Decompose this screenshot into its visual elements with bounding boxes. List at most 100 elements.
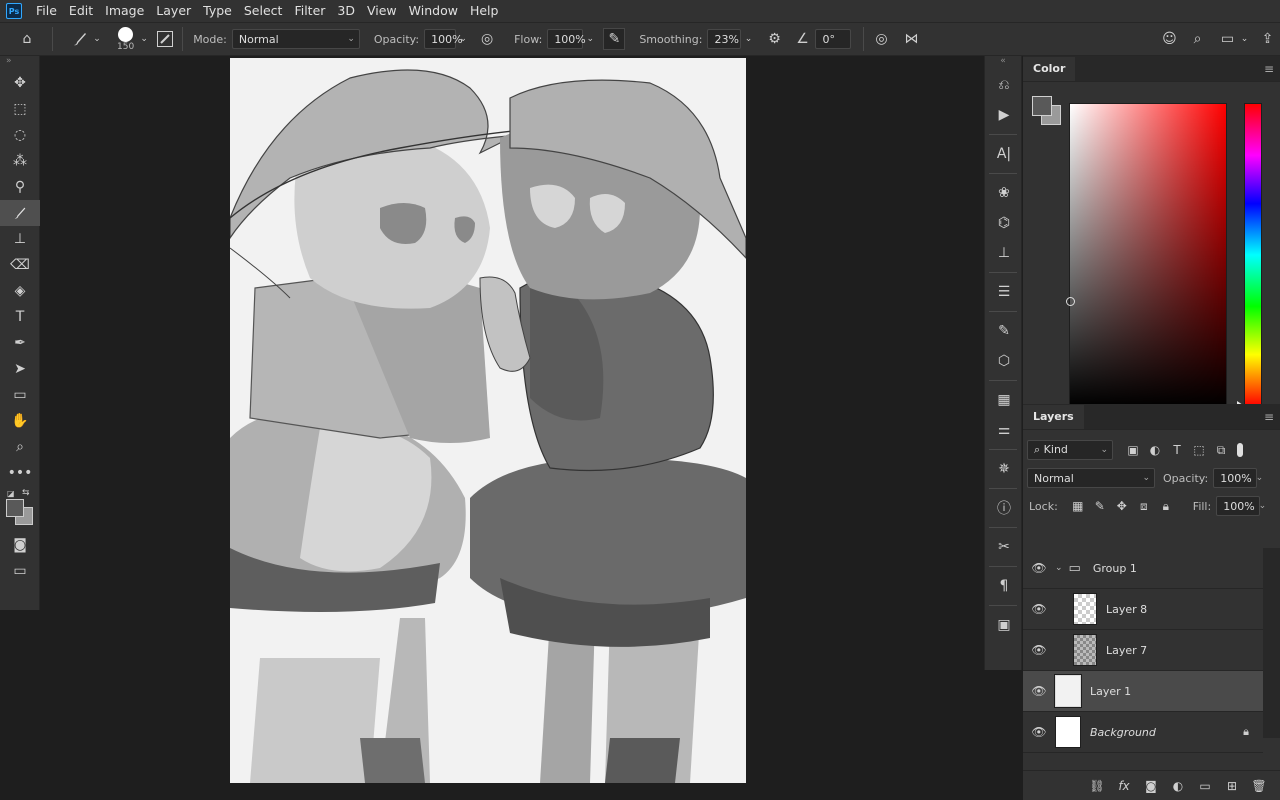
layer-opacity-input[interactable]: 100% ⌄ — [1213, 468, 1263, 488]
blend-mode-dropdown[interactable]: Normal ⌄ — [1027, 468, 1155, 488]
actions-play-icon[interactable]: ▶ — [985, 100, 1023, 130]
collapse-icon[interactable]: « — [985, 56, 1021, 70]
brush-settings-icon[interactable]: ✎ — [985, 316, 1023, 346]
smoothing-input[interactable]: 23% — [707, 29, 742, 49]
navigator-icon[interactable]: ✵ — [985, 454, 1023, 484]
layer-row-background[interactable]: 👁︎ Background 🔒︎ — [1023, 712, 1263, 753]
eye-icon[interactable]: 👁︎ — [1023, 725, 1055, 739]
tool-presets-icon[interactable]: ✂ — [985, 532, 1023, 562]
eye-icon[interactable]: 👁︎ — [1023, 643, 1055, 657]
layer-style-fx-icon[interactable]: fx — [1115, 777, 1133, 795]
character-icon[interactable]: A| — [985, 139, 1023, 169]
paragraph-icon[interactable]: ¶ — [985, 571, 1023, 601]
more-tools-icon[interactable]: ••• — [0, 460, 40, 486]
notes-icon[interactable]: ▣ — [985, 610, 1023, 640]
layer-row-layer-1[interactable]: 👁︎ Layer 1 — [1023, 671, 1263, 712]
hand-tool-icon[interactable]: ✋ — [0, 408, 40, 434]
menu-edit[interactable]: Edit — [63, 0, 99, 22]
quick-mask-icon[interactable]: ◙ — [0, 532, 40, 558]
3d-icon[interactable]: ⬡ — [985, 346, 1023, 376]
pressure-size-icon[interactable]: ◎ — [870, 28, 892, 50]
adjustments-icon[interactable]: ⚌ — [985, 415, 1023, 445]
link-layers-icon[interactable]: ⛓︎ — [1088, 777, 1106, 795]
menu-layer[interactable]: Layer — [150, 0, 197, 22]
tab-color[interactable]: Color — [1023, 57, 1076, 81]
layer-row-group-1[interactable]: 👁︎ ⌄ ▭ Group 1 — [1023, 548, 1263, 589]
eyedropper-tool-icon[interactable]: ⚲ — [0, 174, 40, 200]
image-filter-icon[interactable]: ▣ — [1125, 442, 1141, 458]
menu-window[interactable]: Window — [403, 0, 464, 22]
path-select-tool-icon[interactable]: ➤ — [0, 356, 40, 382]
collapse-icon[interactable]: » — [0, 56, 39, 70]
menu-file[interactable]: File — [30, 0, 63, 22]
new-layer-icon[interactable]: ⊞ — [1223, 777, 1241, 795]
type-filter-icon[interactable]: T — [1169, 442, 1185, 458]
panel-menu-icon[interactable]: ≡ — [1264, 410, 1274, 424]
swap-colors-icon[interactable]: ⇆ — [22, 488, 30, 498]
menu-image[interactable]: Image — [99, 0, 150, 22]
magic-wand-tool-icon[interactable]: ⁂ — [0, 148, 40, 174]
rectangle-tool-icon[interactable]: ▭ — [0, 382, 40, 408]
lock-all-icon[interactable]: 🔒︎ — [1159, 498, 1173, 514]
color-cursor[interactable] — [1066, 297, 1075, 306]
lock-transparency-icon[interactable]: ▦ — [1071, 498, 1085, 514]
lock-position-icon[interactable]: ✥ — [1115, 498, 1129, 514]
screen-mode-icon[interactable]: ▭ — [0, 558, 40, 584]
hue-slider[interactable] — [1237, 103, 1262, 409]
menu-select[interactable]: Select — [238, 0, 289, 22]
airbrush-icon[interactable]: ✎ — [603, 28, 626, 50]
color-picker-field[interactable] — [1066, 103, 1227, 407]
panel-menu-icon[interactable]: ≡ — [1264, 62, 1274, 76]
chevron-down-icon[interactable]: ⌄ — [583, 28, 597, 50]
smart-object-filter-icon[interactable]: ⧉ — [1213, 442, 1229, 458]
chevron-down-icon[interactable]: ⌄ — [741, 28, 755, 50]
stamp-tool-icon[interactable]: ⊥ — [0, 226, 40, 252]
share-icon[interactable]: ⇪ — [1256, 28, 1278, 50]
channels-icon[interactable]: ❀ — [985, 178, 1023, 208]
layer-row-layer-8[interactable]: 👁︎ Layer 8 — [1023, 589, 1263, 630]
lock-artboard-icon[interactable]: ⧈ — [1137, 498, 1151, 514]
paths-icon[interactable]: ⌬ — [985, 208, 1023, 238]
foreground-color-swatch[interactable] — [1032, 96, 1052, 116]
new-group-folder-icon[interactable]: ▭ — [1196, 777, 1214, 795]
menu-type[interactable]: Type — [197, 0, 238, 22]
brush-size-picker[interactable]: 150 — [117, 26, 134, 52]
menu-3d[interactable]: 3D — [331, 0, 361, 22]
adjustment-filter-icon[interactable]: ◐ — [1147, 442, 1163, 458]
zoom-tool-icon[interactable]: ⌕ — [0, 434, 40, 460]
opacity-input[interactable]: 100% — [424, 29, 463, 49]
chevron-down-icon[interactable]: ⌄ — [456, 28, 470, 50]
properties-icon[interactable]: ☰ — [985, 277, 1023, 307]
lock-pixels-icon[interactable]: ✎ — [1093, 498, 1107, 514]
workspace-icon[interactable]: ▭ — [1216, 28, 1238, 50]
chevron-down-icon[interactable]: ⌄ — [1055, 563, 1063, 573]
lasso-tool-icon[interactable]: ◌ — [0, 122, 40, 148]
foreground-color-swatch[interactable] — [6, 499, 24, 517]
add-mask-icon[interactable]: ◙ — [1142, 777, 1160, 795]
pressure-opacity-icon[interactable]: ◎ — [476, 28, 498, 50]
search-icon[interactable]: ⌕ — [1186, 28, 1208, 50]
filter-toggle[interactable] — [1237, 443, 1243, 457]
tab-layers[interactable]: Layers — [1023, 405, 1084, 429]
move-tool-icon[interactable]: ✥ — [0, 70, 40, 96]
flow-input[interactable]: 100% — [547, 29, 586, 49]
home-icon[interactable]: ⌂ — [16, 28, 38, 50]
table-icon[interactable]: ▦ — [985, 385, 1023, 415]
brush-tool-icon[interactable] — [0, 200, 40, 226]
chevron-down-icon[interactable]: ⌄ — [1238, 28, 1250, 50]
menu-help[interactable]: Help — [464, 0, 505, 22]
eraser-tool-icon[interactable]: ⌫ — [0, 252, 40, 278]
angle-input[interactable]: 0° — [815, 29, 852, 49]
info-icon[interactable]: ⓘ — [985, 493, 1023, 523]
symmetry-icon[interactable]: ⋈ — [900, 28, 922, 50]
color-swatches[interactable]: ◪ ⇆ — [0, 486, 39, 532]
paint-bucket-tool-icon[interactable]: ◈ — [0, 278, 40, 304]
trash-icon[interactable]: 🗑︎ — [1250, 777, 1268, 795]
history-icon[interactable]: ⎌ — [985, 70, 1023, 100]
chevron-down-icon[interactable]: ⌄ — [91, 28, 103, 50]
clone-source-icon[interactable]: ⊥ — [985, 238, 1023, 268]
default-colors-icon[interactable]: ◪ — [7, 489, 15, 498]
eye-icon[interactable]: 👁︎ — [1023, 684, 1055, 698]
mode-dropdown[interactable]: Normal ⌄ — [231, 29, 360, 49]
layer-row-layer-7[interactable]: 👁︎ Layer 7 — [1023, 630, 1263, 671]
